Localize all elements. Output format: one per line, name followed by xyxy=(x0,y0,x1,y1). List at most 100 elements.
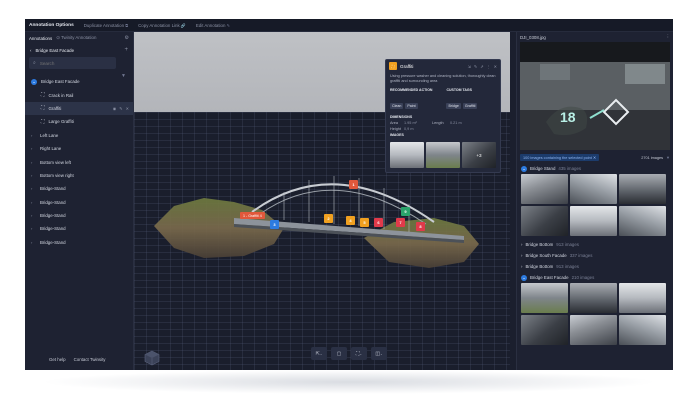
gear-icon[interactable]: ⚙ xyxy=(125,35,129,41)
more-images-thumbnail[interactable]: +3 xyxy=(462,142,496,168)
tree-item-bridge-stand[interactable]: › Bridge-Stand xyxy=(25,236,133,249)
annotation-icon: ⛶ xyxy=(41,105,45,112)
image-thumbnail[interactable] xyxy=(570,174,617,204)
get-help-link[interactable]: Get help xyxy=(49,357,66,362)
filter-icon[interactable]: ▼ xyxy=(121,73,126,79)
app-window: Annotation Options Duplicate Annotation … xyxy=(25,19,673,370)
comment-tool-button[interactable]: ▢ xyxy=(331,347,347,360)
expand-icon[interactable]: ⌄ xyxy=(31,78,37,85)
move-icon[interactable]: ⇲ xyxy=(468,64,471,69)
copy-link-button[interactable]: Copy Annotation Link 🔗 xyxy=(138,23,186,28)
image-thumbnail[interactable] xyxy=(570,315,617,345)
close-icon[interactable]: ✕ xyxy=(126,106,129,111)
annotation-marker[interactable]: 8 xyxy=(416,222,425,231)
annotate-tool-button[interactable]: ⛶ ⌄ xyxy=(351,347,367,360)
tree-item-crack-in-rail[interactable]: ⛶ Crack in Rail xyxy=(25,88,133,101)
chevron-down-icon: ⌄ xyxy=(319,351,323,356)
contact-link[interactable]: Contact Twinsity xyxy=(74,357,106,362)
image-thumbnail[interactable] xyxy=(521,174,568,204)
more-icon[interactable]: ⋮ xyxy=(487,64,491,69)
annotation-type-icon: ⛶ xyxy=(389,62,397,70)
annotation-marker[interactable]: 4 xyxy=(346,216,355,225)
chevron-right-icon: › xyxy=(31,159,33,165)
image-group-bridge-east-facade[interactable]: ⌄ Bridge East Facade 210 images xyxy=(517,272,673,283)
selected-image[interactable]: 18 xyxy=(520,42,670,150)
tree-item-bridge-stand[interactable]: › Bridge-Stand xyxy=(25,196,133,209)
image-thumbnail[interactable] xyxy=(570,206,617,236)
card-title: Graffiti xyxy=(400,63,414,69)
more-icon[interactable]: ⋮ xyxy=(666,34,670,40)
dim-value: 0.21 m xyxy=(450,121,462,125)
tree-item-bottom-view-left[interactable]: › Bottom view left xyxy=(25,155,133,168)
back-icon[interactable]: ‹ xyxy=(30,48,31,53)
tree-item-right-lane[interactable]: › Right Lane xyxy=(25,142,133,155)
custom-tags-section: CUSTOM TAGS Bridge Graffiti xyxy=(446,88,479,112)
annotation-label[interactable]: 1 - Graffiti 4 xyxy=(240,212,265,219)
twin-annotation-tab[interactable]: ⊙ Twinity Annotation xyxy=(56,35,96,41)
card-sections: RECOMMENDED ACTION Clean Paint CUSTOM TAG… xyxy=(386,86,500,114)
image-thumbnail[interactable] xyxy=(521,283,568,313)
duplicate-icon: ⧉ xyxy=(125,22,129,28)
image-count: 2701 images xyxy=(641,155,664,160)
expand-icon[interactable]: ⌄ xyxy=(521,165,527,172)
chevron-right-icon: › xyxy=(31,172,33,178)
annotation-marker[interactable]: 9 xyxy=(401,207,410,216)
panel-footer: Get help Contact Twinsity xyxy=(49,357,106,362)
image-thumbnail[interactable] xyxy=(390,142,424,168)
breadcrumb: ‹ Bridge East Facade + xyxy=(25,44,133,56)
chevron-right-icon: › xyxy=(31,226,33,232)
select-tool-button[interactable]: ⇱ ⌄ xyxy=(311,347,327,360)
annotation-marker[interactable]: 5 xyxy=(360,218,369,227)
annotation-marker[interactable]: 7 xyxy=(396,218,405,227)
image-group-bridge-stand[interactable]: ⌄ Bridge Stand 435 images xyxy=(517,163,673,174)
annotations-header: Annotations ⊙ Twinity Annotation ⚙ xyxy=(25,32,133,44)
image-thumbnail[interactable] xyxy=(619,283,666,313)
image-thumbnail[interactable] xyxy=(619,174,666,204)
image-thumbnail[interactable] xyxy=(619,206,666,236)
tree-item-bridge-east-facade[interactable]: ⌄ Bridge East Facade xyxy=(25,75,133,88)
tree-item-bottom-view-right[interactable]: › Bottom view right xyxy=(25,169,133,182)
image-filename: DJI_0308.jpg xyxy=(520,34,546,40)
link-icon: 🔗 xyxy=(180,22,186,28)
annotations-title: Annotations xyxy=(29,35,53,41)
edit-icon[interactable]: ✎ xyxy=(474,64,477,69)
bridge-photo: 18 xyxy=(520,42,670,150)
tree-item-bridge-stand[interactable]: › Bridge-Stand xyxy=(25,182,133,195)
annotation-marker[interactable]: 6 xyxy=(374,218,383,227)
duplicate-annotation-button[interactable]: Duplicate Annotation ⧉ xyxy=(84,23,128,28)
image-thumbnail[interactable] xyxy=(619,315,666,345)
tree-item-bridge-stand[interactable]: › Bridge-Stand xyxy=(25,209,133,222)
annotation-marker[interactable]: 1 xyxy=(349,180,358,189)
image-thumbnail[interactable] xyxy=(426,142,460,168)
close-icon[interactable]: ✕ xyxy=(494,64,497,69)
tree-item-graffiti[interactable]: ⛶ Graffiti ◉ ✎ ✕ xyxy=(25,101,133,116)
view-cube-icon[interactable] xyxy=(144,350,160,366)
tree-item-bridge-stand[interactable]: › Bridge-Stand xyxy=(25,222,133,235)
image-group-bridge-bottom[interactable]: › Bridge Bottom 913 images xyxy=(517,261,673,272)
chevron-right-icon: › xyxy=(31,199,33,205)
annotation-icon: ⛶ xyxy=(41,118,45,125)
image-thumbnail[interactable] xyxy=(521,206,568,236)
chevron-down-icon: ⌄ xyxy=(359,351,363,356)
annotation-marker[interactable]: 3 xyxy=(270,220,279,229)
edit-icon[interactable]: ✎ xyxy=(119,106,122,111)
annotation-marker[interactable]: 2 xyxy=(324,214,333,223)
image-thumbnail[interactable] xyxy=(521,315,568,345)
tree-item-left-lane[interactable]: › Left Lane xyxy=(25,129,133,142)
tree-item-large-graffiti[interactable]: ⛶ Large Graffiti xyxy=(25,115,133,128)
share-icon[interactable]: ⇗ xyxy=(480,64,483,69)
add-icon[interactable]: + xyxy=(124,47,128,53)
close-icon[interactable]: ✕ xyxy=(593,156,596,160)
edit-annotation-button[interactable]: Edit Annotation ✎ xyxy=(196,23,230,28)
search-input[interactable] xyxy=(39,60,110,66)
dim-label: Length xyxy=(432,121,444,125)
image-group-bridge-south-facade[interactable]: › Bridge South Facade 337 images xyxy=(517,250,673,261)
measure-tool-button[interactable]: ◫ ⌄ xyxy=(371,347,387,360)
breadcrumb-label: Bridge East Facade xyxy=(35,47,75,53)
visibility-icon[interactable]: ◉ xyxy=(113,106,117,111)
tag-chip: Bridge xyxy=(446,103,461,109)
filter-icon[interactable]: ▼ xyxy=(666,155,670,160)
expand-icon[interactable]: ⌄ xyxy=(521,274,527,281)
image-thumbnail[interactable] xyxy=(570,283,617,313)
image-group-bridge-bottom[interactable]: › Bridge Bottom 913 images xyxy=(517,239,673,250)
